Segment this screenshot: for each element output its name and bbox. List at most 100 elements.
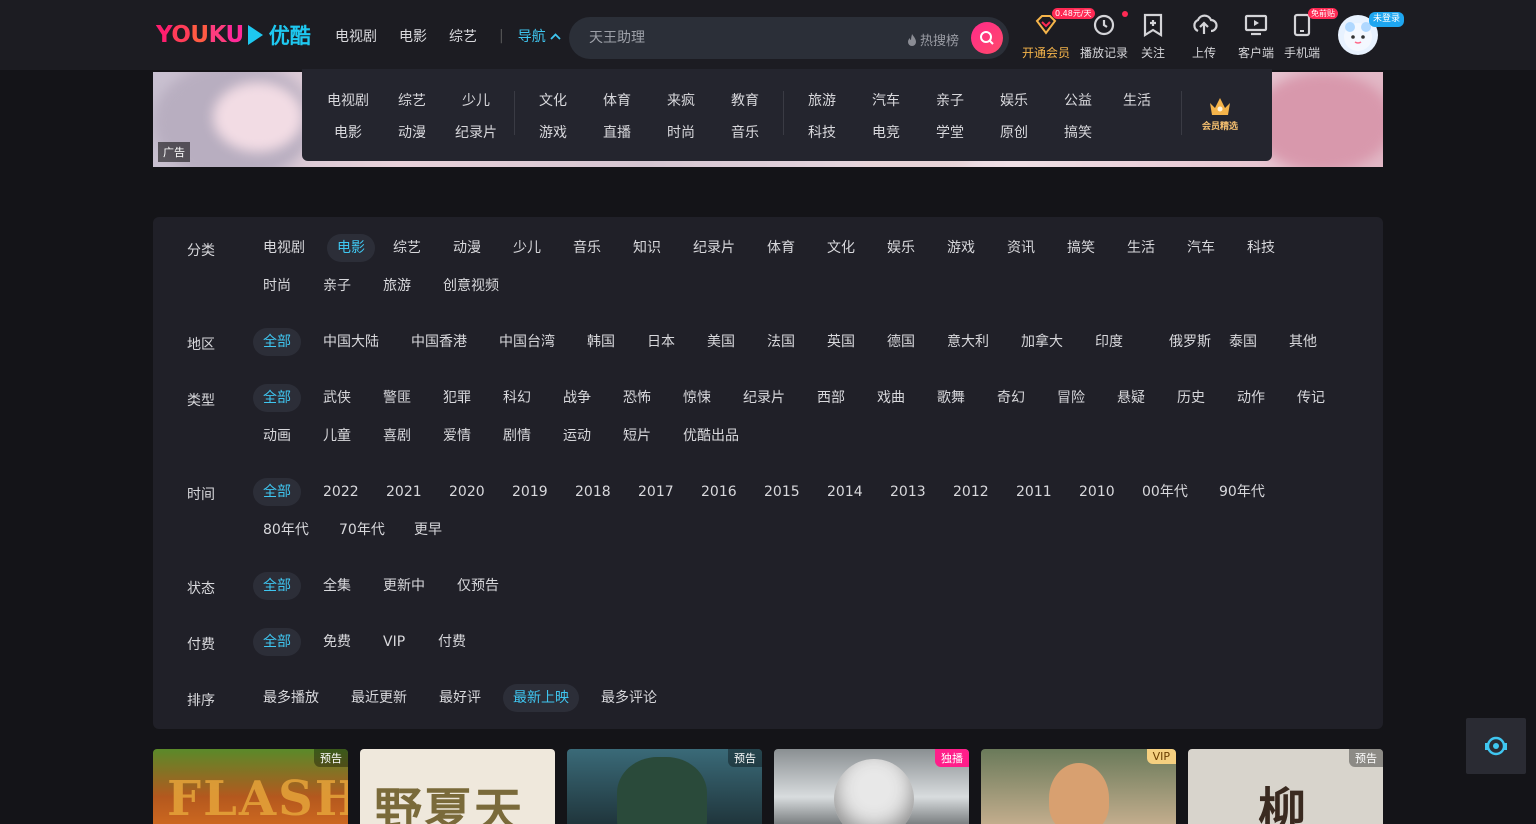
filter-option-genre[interactable]: 动作: [1227, 384, 1275, 412]
nav-link[interactable]: 公益: [1048, 90, 1108, 110]
filter-option-sort[interactable]: 最多播放: [253, 684, 329, 712]
filter-option-genre[interactable]: 运动: [553, 422, 601, 450]
filter-option-genre[interactable]: 犯罪: [433, 384, 481, 412]
nav-link[interactable]: 直播: [587, 122, 647, 142]
movie-poster[interactable]: 预告: [567, 749, 762, 824]
nav-link[interactable]: 科技: [792, 122, 852, 142]
nav-item-variety[interactable]: 综艺: [449, 26, 477, 46]
filter-option-status[interactable]: 更新中: [373, 572, 435, 600]
tool-follow[interactable]: 关注: [1140, 12, 1166, 61]
filter-option-region[interactable]: 其他: [1279, 328, 1327, 356]
filter-option-genre[interactable]: 纪录片: [733, 384, 795, 412]
filter-option-year[interactable]: 2016: [691, 478, 747, 506]
filter-option-year[interactable]: 2012: [943, 478, 999, 506]
filter-option-year[interactable]: 2020: [439, 478, 495, 506]
nav-link[interactable]: 少儿: [446, 90, 506, 110]
filter-option-category[interactable]: 科技: [1237, 234, 1285, 262]
filter-option-region[interactable]: 美国: [697, 328, 745, 356]
filter-option-region[interactable]: 法国: [757, 328, 805, 356]
filter-option-category[interactable]: 娱乐: [877, 234, 925, 262]
filter-option-genre[interactable]: 剧情: [493, 422, 541, 450]
filter-option-genre[interactable]: 警匪: [373, 384, 421, 412]
filter-option-genre[interactable]: 全部: [253, 384, 301, 412]
filter-option-status[interactable]: 全部: [253, 572, 301, 600]
filter-option-category[interactable]: 纪录片: [683, 234, 745, 262]
movie-poster[interactable]: FLASH 预告: [153, 749, 348, 824]
filter-option-region[interactable]: 泰国: [1219, 328, 1267, 356]
nav-link[interactable]: 生活: [1107, 90, 1167, 110]
filter-option-year[interactable]: 2022: [313, 478, 369, 506]
nav-link[interactable]: 旅游: [792, 90, 852, 110]
tool-history[interactable]: 播放记录: [1080, 11, 1129, 61]
filter-option-category[interactable]: 时尚: [253, 272, 301, 300]
nav-link[interactable]: 时尚: [651, 122, 711, 142]
nav-link[interactable]: 音乐: [715, 122, 775, 142]
filter-option-category[interactable]: 知识: [623, 234, 671, 262]
filter-option-region[interactable]: 印度: [1085, 328, 1133, 356]
nav-item-movie[interactable]: 电影: [399, 26, 427, 46]
filter-option-category[interactable]: 汽车: [1177, 234, 1225, 262]
filter-option-year[interactable]: 2011: [1006, 478, 1062, 506]
filter-option-category[interactable]: 游戏: [937, 234, 985, 262]
filter-option-year[interactable]: 00年代: [1132, 478, 1198, 506]
nav-link[interactable]: 原创: [984, 122, 1044, 142]
filter-option-category[interactable]: 资讯: [997, 234, 1045, 262]
member-picks-link[interactable]: 会员精选: [1202, 95, 1238, 132]
movie-poster[interactable]: 野夏天: [360, 749, 555, 824]
filter-option-category[interactable]: 综艺: [383, 234, 431, 262]
filter-option-region[interactable]: 中国台湾: [489, 328, 565, 356]
feedback-button[interactable]: [1466, 718, 1526, 774]
filter-option-year[interactable]: 更早: [404, 516, 452, 544]
nav-link[interactable]: 教育: [715, 90, 775, 110]
filter-option-year[interactable]: 2017: [628, 478, 684, 506]
filter-option-category[interactable]: 体育: [757, 234, 805, 262]
filter-option-pay[interactable]: 全部: [253, 628, 301, 656]
filter-option-year[interactable]: 2021: [376, 478, 432, 506]
tool-upload[interactable]: 上传: [1190, 12, 1218, 61]
filter-option-genre[interactable]: 科幻: [493, 384, 541, 412]
search-input[interactable]: [589, 17, 889, 59]
nav-link[interactable]: 电视剧: [318, 90, 378, 110]
filter-option-genre[interactable]: 喜剧: [373, 422, 421, 450]
filter-option-genre[interactable]: 西部: [807, 384, 855, 412]
nav-link[interactable]: 游戏: [523, 122, 583, 142]
hot-search-link[interactable]: 热搜榜: [907, 30, 959, 49]
filter-option-sort[interactable]: 最好评: [429, 684, 491, 712]
nav-link[interactable]: 体育: [587, 90, 647, 110]
filter-option-category[interactable]: 电影: [327, 234, 375, 262]
filter-option-genre[interactable]: 战争: [553, 384, 601, 412]
nav-link[interactable]: 动漫: [382, 122, 442, 142]
filter-option-category[interactable]: 文化: [817, 234, 865, 262]
nav-link[interactable]: 学堂: [920, 122, 980, 142]
filter-option-genre[interactable]: 历史: [1167, 384, 1215, 412]
filter-option-sort[interactable]: 最多评论: [591, 684, 667, 712]
nav-link[interactable]: 娱乐: [984, 90, 1044, 110]
filter-option-category[interactable]: 亲子: [313, 272, 361, 300]
filter-option-category[interactable]: 音乐: [563, 234, 611, 262]
filter-option-genre[interactable]: 恐怖: [613, 384, 661, 412]
filter-option-year[interactable]: 2014: [817, 478, 873, 506]
filter-option-region[interactable]: 英国: [817, 328, 865, 356]
filter-option-genre[interactable]: 戏曲: [867, 384, 915, 412]
filter-option-genre[interactable]: 奇幻: [987, 384, 1035, 412]
tool-client[interactable]: 客户端: [1238, 12, 1274, 61]
nav-link[interactable]: 电影: [318, 122, 378, 142]
filter-option-region[interactable]: 加拿大: [1011, 328, 1073, 356]
filter-option-sort[interactable]: 最近更新: [341, 684, 417, 712]
filter-option-status[interactable]: 全集: [313, 572, 361, 600]
youku-logo[interactable]: YOUKU 优酷: [156, 20, 311, 50]
filter-option-year[interactable]: 70年代: [329, 516, 395, 544]
filter-option-genre[interactable]: 优酷出品: [673, 422, 749, 450]
nav-link[interactable]: 来疯: [651, 90, 711, 110]
filter-option-genre[interactable]: 动画: [253, 422, 301, 450]
filter-option-category[interactable]: 电视剧: [253, 234, 315, 262]
filter-option-year[interactable]: 80年代: [253, 516, 319, 544]
nav-link[interactable]: 纪录片: [446, 122, 506, 142]
filter-option-year[interactable]: 2015: [754, 478, 810, 506]
filter-option-genre[interactable]: 歌舞: [927, 384, 975, 412]
filter-option-genre[interactable]: 冒险: [1047, 384, 1095, 412]
movie-poster[interactable]: 独播: [774, 749, 969, 824]
filter-option-category[interactable]: 生活: [1117, 234, 1165, 262]
filter-option-region[interactable]: 全部: [253, 328, 301, 356]
filter-option-genre[interactable]: 短片: [613, 422, 661, 450]
